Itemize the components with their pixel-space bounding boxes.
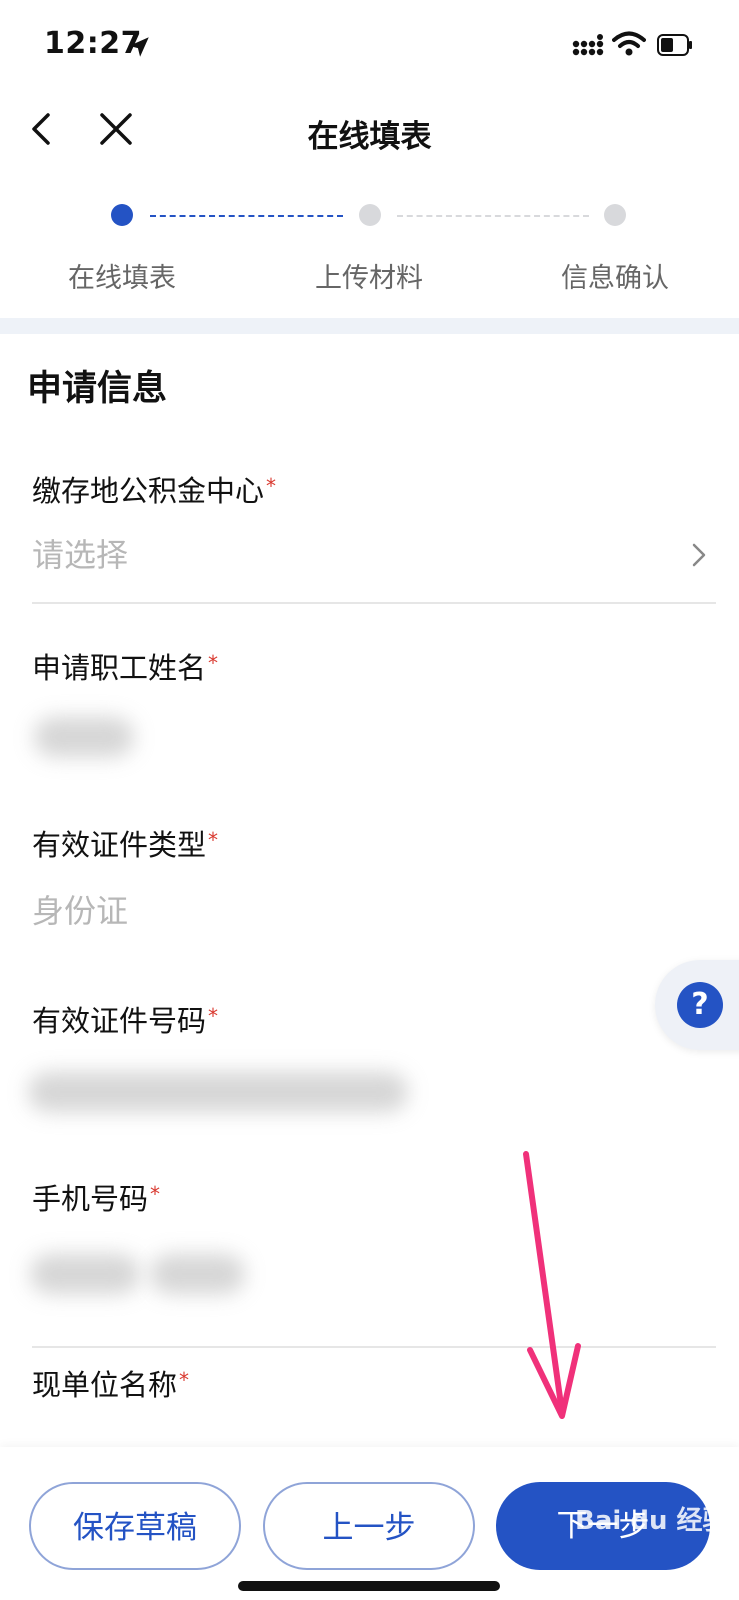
chevron-right-icon [692, 543, 706, 567]
field-label-text: 缴存地公积金中心 [32, 474, 265, 508]
field-label-text: 现单位名称 [32, 1368, 178, 1402]
required-mark: * [208, 1004, 219, 1028]
page-title: 在线填表 [307, 119, 432, 155]
step-indicator: 在线填表 上传材料 信息确认 [0, 190, 739, 315]
field-label: 有效证件类型 * [32, 822, 218, 864]
field-label-text: 申请职工姓名 [32, 651, 207, 685]
battery-icon [657, 34, 692, 56]
field-employer[interactable]: 现单位名称 * [0, 1362, 739, 1422]
annotation-arrow-icon [523, 1151, 581, 1419]
step-dot-pending [359, 204, 381, 226]
status-bar: 12:27 [0, 0, 739, 95]
required-mark: * [208, 828, 219, 852]
save-draft-button[interactable]: 保存草稿 [29, 1482, 241, 1570]
field-divider [32, 1346, 716, 1348]
location-arrow-icon [129, 37, 149, 57]
field-id-type[interactable]: 有效证件类型 * 身份证 [0, 822, 739, 952]
section-divider [0, 318, 739, 334]
field-label: 缴存地公积金中心 * [32, 468, 276, 510]
blurred-id-number-value[interactable] [28, 1072, 408, 1112]
question-mark-icon: ? [677, 982, 723, 1028]
blurred-name-value[interactable] [34, 717, 134, 757]
field-label: 现单位名称 * [32, 1362, 189, 1404]
step-label-fill-form: 在线填表 [68, 263, 176, 294]
step-label-upload: 上传材料 [315, 263, 423, 294]
step-label-confirm: 信息确认 [561, 263, 669, 294]
required-mark: * [266, 474, 277, 498]
step-dot-pending [604, 204, 626, 226]
required-mark: * [208, 651, 219, 675]
field-label: 申请职工姓名 * [32, 645, 218, 687]
field-label-text: 有效证件类型 [32, 828, 207, 862]
blurred-phone-value-part1[interactable] [30, 1254, 140, 1294]
field-phone[interactable]: 手机号码 * [0, 1176, 739, 1351]
help-button[interactable]: ? [655, 960, 739, 1050]
step-connector-pending [397, 215, 589, 217]
step-connector-active [150, 215, 343, 217]
id-type-value: 身份证 [32, 892, 129, 930]
field-label: 有效证件号码 * [32, 998, 218, 1040]
wifi-icon [612, 31, 646, 56]
field-label-text: 手机号码 [32, 1182, 149, 1216]
fund-center-select[interactable]: 请选择 [32, 530, 128, 576]
nav-bar: 在线填表 [0, 95, 739, 185]
signal-icon [572, 34, 604, 56]
step-dot-active [111, 204, 133, 226]
field-divider [32, 602, 716, 604]
blurred-phone-value-part2[interactable] [150, 1254, 245, 1294]
required-mark: * [150, 1182, 161, 1206]
field-fund-center[interactable]: 缴存地公积金中心 * 请选择 [0, 468, 739, 608]
field-applicant-name[interactable]: 申请职工姓名 * [0, 645, 739, 775]
field-label: 手机号码 * [32, 1176, 160, 1218]
baidu-watermark: Bai du 经验 [575, 1506, 729, 1536]
required-mark: * [179, 1368, 190, 1392]
previous-step-button[interactable]: 上一步 [263, 1482, 475, 1570]
field-id-number[interactable]: 有效证件号码 * [0, 998, 739, 1128]
home-indicator [238, 1581, 500, 1591]
field-label-text: 有效证件号码 [32, 1004, 207, 1038]
section-title: 申请信息 [27, 369, 168, 409]
